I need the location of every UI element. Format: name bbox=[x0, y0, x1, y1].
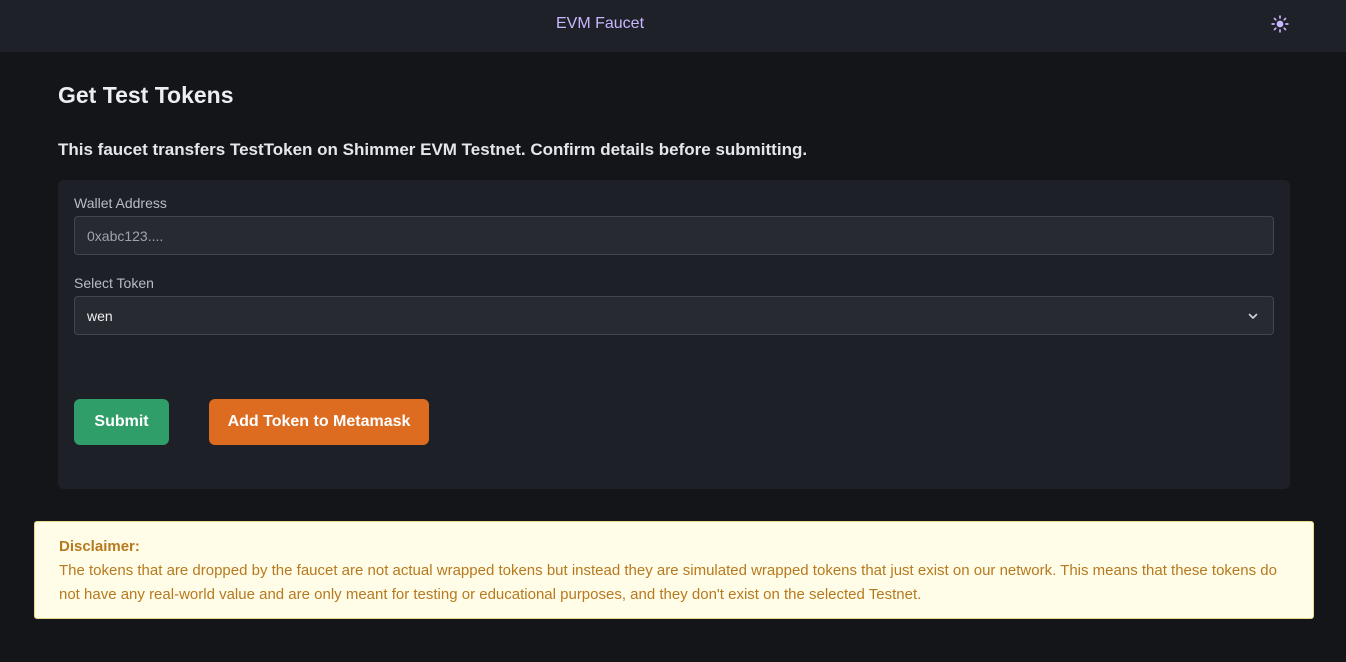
submit-button[interactable]: Submit bbox=[74, 399, 169, 445]
page-description: This faucet transfers TestToken on Shimm… bbox=[58, 140, 808, 159]
app-title: EVM Faucet bbox=[555, 15, 645, 32]
top-navbar: EVM Faucet bbox=[0, 0, 1346, 52]
disclaimer-text: The tokens that are dropped by the fauce… bbox=[59, 562, 1277, 603]
theme-toggle-button[interactable] bbox=[1266, 11, 1294, 37]
chevron-down-icon bbox=[1248, 313, 1258, 319]
add-token-to-metamask-button[interactable]: Add Token to Metamask bbox=[209, 399, 429, 445]
token-select[interactable]: wen bbox=[74, 296, 1274, 335]
wallet-address-input[interactable] bbox=[74, 216, 1274, 255]
disclaimer-title: Disclaimer: bbox=[59, 538, 140, 555]
disclaimer-box: Disclaimer: The tokens that are dropped … bbox=[34, 521, 1314, 619]
page-title: Get Test Tokens bbox=[58, 82, 234, 108]
wallet-address-label: Wallet Address bbox=[74, 195, 167, 211]
sun-icon bbox=[1271, 15, 1289, 33]
select-token-label: Select Token bbox=[74, 275, 154, 291]
token-select-value: wen bbox=[87, 307, 113, 324]
